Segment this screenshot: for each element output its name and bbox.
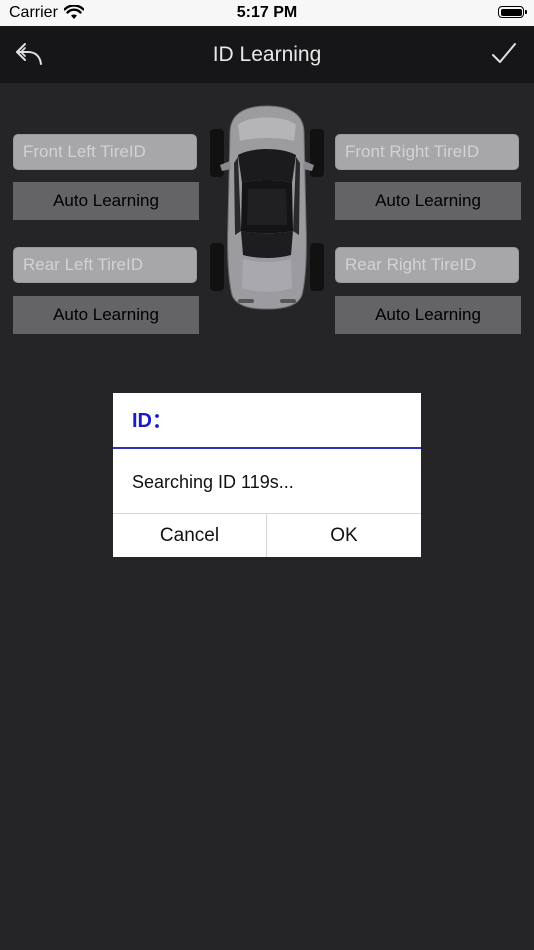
front-right-auto-learning-button[interactable]: Auto Learning [335,182,521,220]
rear-right-auto-learning-button[interactable]: Auto Learning [335,296,521,334]
rear-right-wheel [310,243,324,291]
front-left-tire-id-field[interactable]: Front Left TireID [13,134,197,170]
status-bar: Carrier 5:17 PM [0,0,534,26]
rear-left-auto-learning-button[interactable]: Auto Learning [13,296,199,334]
front-right-tire-id-field[interactable]: Front Right TireID [335,134,519,170]
dialog-title: ID： [113,393,421,449]
windshield [238,149,296,183]
car-top-view-icon [210,105,324,310]
cancel-button[interactable]: Cancel [113,514,267,557]
dialog-message: Searching ID 119s... [132,472,294,492]
rear-right-tire-id-field[interactable]: Rear Right TireID [335,247,519,283]
rear-window [241,231,293,258]
battery-icon [498,6,527,18]
rear-left-tire-id-field[interactable]: Rear Left TireID [13,247,197,283]
ok-button[interactable]: OK [267,514,421,557]
page-title: ID Learning [212,43,322,66]
search-id-dialog: ID： Searching ID 119s... Cancel OK [113,393,421,557]
navigation-bar: ID Learning [0,26,534,83]
checkmark-icon[interactable] [490,40,518,68]
rear-left-wheel [210,243,224,291]
front-left-auto-learning-button[interactable]: Auto Learning [13,182,199,220]
clock: 5:17 PM [236,4,298,21]
dialog-button-row: Cancel OK [113,513,421,557]
